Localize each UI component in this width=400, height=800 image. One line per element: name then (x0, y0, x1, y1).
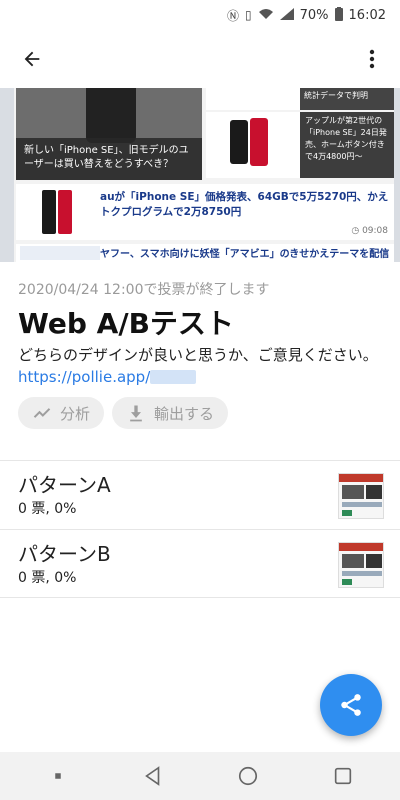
back-triangle-icon[interactable] (142, 765, 164, 787)
phone-image (42, 190, 56, 234)
recent-apps-dot-icon[interactable] (47, 765, 69, 787)
phone-image (250, 118, 268, 166)
back-arrow-icon[interactable] (16, 43, 48, 75)
analyze-button[interactable]: 分析 (18, 397, 105, 429)
preview-bottom-title: ヤフー、スマホ向けに妖怪「アマビエ」のきせかえテーマを配信 (100, 249, 390, 260)
phone-image (86, 88, 136, 143)
preview-article-time-text: 09:08 (362, 226, 388, 236)
overview-square-icon[interactable] (332, 765, 354, 787)
preview-hero: 新しい「iPhone SE」、旧モデルのユーザーは買い替えをどうすべき？ (16, 88, 202, 180)
option-thumbnail[interactable] (338, 473, 384, 519)
option-votes: 0 票, 0% (18, 570, 77, 586)
share-button[interactable] (320, 674, 382, 736)
poll-title: Web A/Bテスト (18, 307, 234, 340)
option-item[interactable]: パターンA 0 票, 0% (0, 460, 400, 529)
app-bar (0, 30, 400, 88)
option-thumbnail[interactable] (338, 542, 384, 588)
battery-icon (334, 6, 343, 24)
clock: 16:02 (348, 7, 386, 23)
download-icon (130, 405, 142, 422)
preview-phones-thumb (206, 112, 300, 178)
system-nav-bar (0, 752, 400, 800)
preview-article-time: ◷ 09:08 (351, 226, 388, 236)
export-label: 輸出する (154, 404, 215, 423)
signal-icon (279, 7, 294, 23)
phone-image (230, 120, 248, 164)
option-name: パターンA (18, 473, 111, 497)
preview-article: auが「iPhone SE」価格発表、64GBで5万5270円、かえトクプログラ… (16, 184, 394, 240)
preview-hero-caption: 新しい「iPhone SE」、旧モデルのユーザーは買い替えをどうすべき？ (16, 138, 202, 180)
export-button[interactable]: 輸出する (112, 397, 229, 429)
preview-webpage: 新しい「iPhone SE」、旧モデルのユーザーは買い替えをどうすべき？ 統計デ… (14, 88, 394, 262)
more-vert-icon[interactable] (360, 43, 384, 75)
preview-side-top: 統計データで判明 (300, 88, 394, 110)
poll-deadline: 2020/04/24 12:00で投票が終了します (18, 282, 270, 298)
poll-link-row: https://pollie.app/ (18, 367, 382, 387)
poll-link[interactable]: https://pollie.app/ (18, 368, 150, 386)
vibrate-icon: ▯ (245, 8, 252, 22)
preview-side-article: アップルが第2世代の「iPhone SE」24日発売、ホームボタン付きで4万48… (300, 112, 394, 178)
option-name: パターンB (18, 542, 111, 566)
status-bar: Ⓝ ▯ 70% 16:02 (0, 0, 400, 30)
preview-article-title: auが「iPhone SE」価格発表、64GBで5万5270円、かえトクプログラ… (100, 191, 389, 218)
preview-bottom-thumb (20, 246, 100, 260)
option-votes: 0 票, 0% (18, 501, 77, 517)
poll-actions: 分析 輸出する (18, 397, 382, 429)
share-icon (341, 694, 361, 716)
wifi-icon (258, 8, 274, 23)
trending-line-icon (33, 408, 51, 418)
option-item[interactable]: パターンB 0 票, 0% (0, 529, 400, 598)
poll-info: 2020/04/24 12:00で投票が終了します Web A/Bテスト どちら… (0, 262, 400, 460)
home-circle-icon[interactable] (237, 765, 259, 787)
poll-preview-image[interactable]: 新しい「iPhone SE」、旧モデルのユーザーは買い替えをどうすべき？ 統計デ… (0, 88, 400, 262)
phone-image (58, 190, 72, 234)
nfc-icon: Ⓝ (227, 8, 240, 23)
poll-description: どちらのデザインが良いと思うか、ご意見ください。 (18, 346, 378, 364)
analyze-label: 分析 (60, 404, 91, 423)
redacted-link-id (150, 370, 197, 384)
poll-options: パターンA 0 票, 0% パターンB 0 票, 0% (0, 460, 400, 598)
preview-bottom-article: ヤフー、スマホ向けに妖怪「アマビエ」のきせかえテーマを配信 (16, 244, 394, 262)
preview-article-thumb (28, 188, 88, 236)
battery-percent: 70% (299, 7, 329, 23)
